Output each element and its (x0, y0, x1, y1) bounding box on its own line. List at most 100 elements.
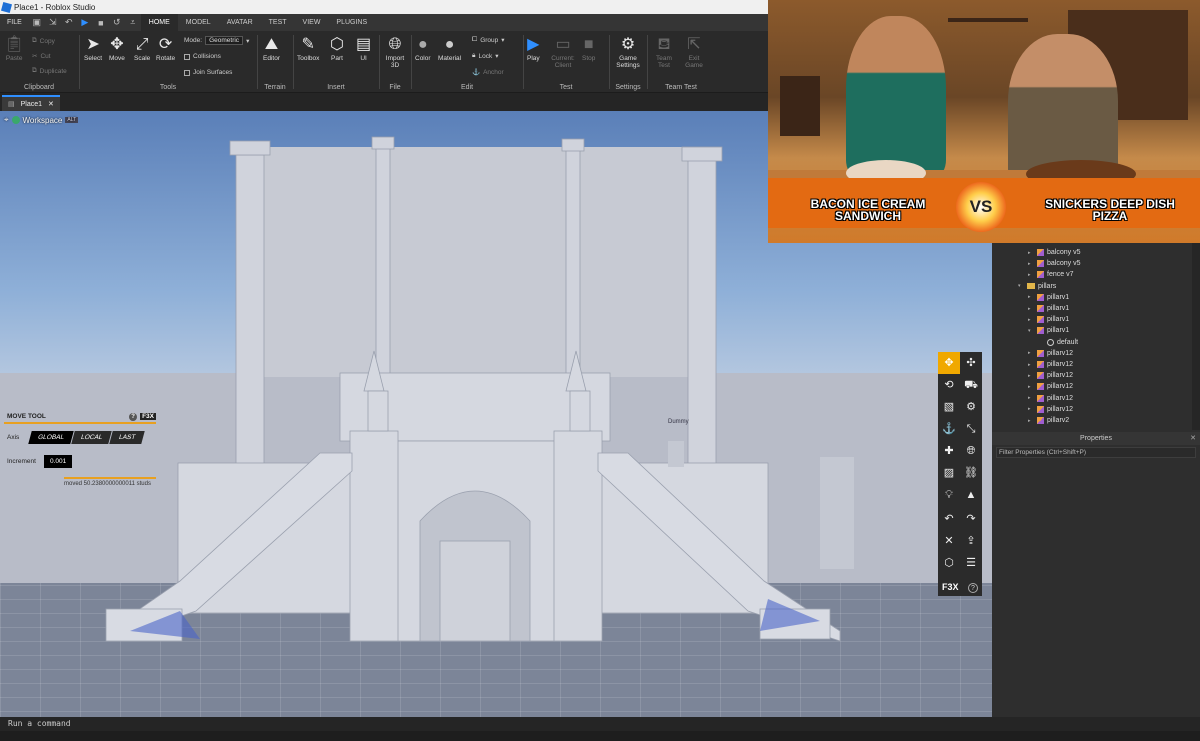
tab-home[interactable]: HOME (140, 14, 178, 31)
axis-local-button[interactable]: LOCAL (71, 431, 113, 444)
play-quick-icon[interactable]: ▶ (77, 17, 93, 28)
properties-filter-input[interactable]: Filter Properties (Ctrl+Shift+P) (996, 447, 1196, 458)
tab-avatar[interactable]: AVATAR (219, 14, 261, 31)
lock-button[interactable]: 🔒︎ Lock ▾ (472, 52, 498, 60)
current-client-button[interactable]: ▭ Current: Client (548, 35, 578, 69)
f3x-export-button[interactable]: ⇪ (960, 530, 982, 552)
f3x-move-tool[interactable]: ✥ (938, 352, 960, 374)
f3x-undo-button[interactable]: ↶ (938, 508, 960, 530)
chevron-down-icon[interactable]: ▾ (1028, 328, 1034, 334)
scale-button[interactable]: ⤢ Scale (134, 35, 150, 62)
tab-test[interactable]: TEST (261, 14, 295, 31)
f3x-weld-tool[interactable]: ⛓ (960, 462, 982, 484)
material-button[interactable]: ● Material (438, 35, 461, 62)
chevron-right-icon[interactable]: ▸ (1028, 250, 1034, 256)
chevron-right-icon[interactable]: ▸ (1028, 406, 1034, 412)
explorer-item[interactable]: ▸ fence v7 (1028, 269, 1073, 280)
publish-icon[interactable]: ⇲ (45, 17, 61, 28)
chevron-right-icon[interactable]: ▸ (1028, 294, 1034, 300)
explorer-item[interactable]: ▸ pillarv1 (1028, 292, 1069, 303)
explorer-item[interactable]: ▸ pillarv12 (1028, 359, 1073, 370)
paste-button[interactable]: 📋︎ Paste (4, 35, 24, 62)
f3x-surface-tool[interactable]: ▧ (938, 396, 960, 418)
command-bar-input[interactable]: Run a command (0, 717, 1200, 731)
terrain-editor-button[interactable]: ⛰ Editor (263, 35, 280, 62)
cut-button[interactable]: ✂ Cut (32, 52, 51, 61)
tab-place1[interactable]: ▤ Place1 ✕ (2, 95, 60, 111)
f3x-layers-button[interactable]: ☰ (960, 552, 982, 574)
f3x-collision-tool[interactable]: ⤡ (960, 418, 982, 440)
mode-dropdown[interactable]: Geometric (205, 36, 244, 45)
help-icon[interactable]: ? (129, 412, 138, 421)
save-icon[interactable]: ▣ (29, 17, 45, 28)
explorer-item[interactable]: ▸ pillarv2 (1028, 415, 1069, 426)
f3x-new-part-tool[interactable]: ✚ (938, 440, 960, 462)
undo-icon[interactable]: ↺ (109, 17, 125, 28)
f3x-material-tool[interactable]: ⚙ (960, 396, 982, 418)
f3x-group-button[interactable]: ⬡ (938, 552, 960, 574)
f3x-mesh-tool[interactable]: 🌐︎ (960, 440, 982, 462)
tab-view[interactable]: VIEW (295, 14, 329, 31)
color-button[interactable]: ● Color (415, 35, 431, 62)
part-button[interactable]: ⬡ Part (330, 35, 344, 62)
toolbox-button[interactable]: ✎ Toolbox (297, 35, 319, 62)
f3x-decorate-tool[interactable]: ▲ (960, 484, 982, 506)
play-button[interactable]: ▶ Play (527, 35, 540, 62)
group-button[interactable]: ⧠ Group ▾ (472, 36, 505, 44)
tab-model[interactable]: MODEL (178, 14, 219, 31)
tab-plugins[interactable]: PLUGINS (328, 14, 375, 31)
join-surfaces-toggle[interactable]: Join Surfaces (184, 69, 232, 76)
exit-game-button[interactable]: ⇱ Exit Game (682, 35, 706, 69)
explorer-item[interactable]: ▸ pillarv1 (1028, 303, 1069, 314)
move-button[interactable]: ✥ Move (109, 35, 125, 62)
axis-global-button[interactable]: GLOBAL (28, 431, 74, 444)
explorer-item[interactable]: ▸ balcony v5 (1028, 247, 1080, 258)
duplicate-button[interactable]: ⧉ Duplicate (32, 67, 67, 75)
close-icon[interactable]: ✕ (48, 100, 54, 108)
chevron-right-icon[interactable]: ▸ (1028, 350, 1034, 356)
chevron-down-icon[interactable]: ▾ (1018, 283, 1024, 289)
collisions-checkbox[interactable] (184, 53, 190, 60)
chevron-right-icon[interactable]: ▸ (1028, 362, 1034, 368)
workspace-breadcrumb[interactable]: ⌖ Workspace ALT (4, 115, 79, 125)
explorer-item[interactable]: ▸ pillarv12 (1028, 404, 1073, 415)
chevron-right-icon[interactable]: ▸ (1028, 317, 1034, 323)
f3x-rotate-tool[interactable]: ⟲ (938, 374, 960, 396)
join-surfaces-checkbox[interactable] (184, 69, 190, 76)
chevron-right-icon[interactable]: ▸ (1028, 395, 1034, 401)
explorer-scrollbar[interactable] (1192, 243, 1200, 430)
f3x-resize-tool[interactable]: ✣ (960, 352, 982, 374)
f3x-delete-button[interactable]: ✕ (938, 530, 960, 552)
import3d-button[interactable]: 🌐︎ Import 3D (383, 35, 407, 69)
select-button[interactable]: ➤ Select (84, 35, 102, 62)
explorer-item[interactable]: default (1038, 337, 1078, 348)
axis-last-button[interactable]: LAST (109, 431, 146, 444)
close-icon[interactable]: ✕ (1190, 432, 1196, 445)
chevron-right-icon[interactable]: ▸ (1028, 306, 1034, 312)
chevron-right-icon[interactable]: ▸ (1028, 418, 1034, 424)
explorer-item[interactable]: ▾ pillarv1 (1028, 325, 1069, 336)
f3x-paint-tool[interactable]: ⛟ (960, 374, 982, 396)
explorer-item[interactable]: ▸ pillarv12 (1028, 370, 1073, 381)
explorer-item[interactable]: ▾ pillars (1018, 281, 1056, 292)
f3x-anchor-tool[interactable]: ⚓ (938, 418, 960, 440)
customize-icon[interactable]: ⩡ (125, 17, 141, 28)
chevron-right-icon[interactable]: ▸ (1028, 272, 1034, 278)
team-test-button[interactable]: ⛾ Team Test (652, 35, 676, 69)
copy-button[interactable]: ⧉ Copy (32, 37, 55, 45)
stop-quick-icon[interactable]: ■ (93, 18, 109, 28)
explorer-item[interactable]: ▸ pillarv1 (1028, 314, 1069, 325)
explorer-item[interactable]: ▸ pillarv12 (1028, 381, 1073, 392)
file-menu[interactable]: FILE (0, 19, 29, 26)
f3x-texture-tool[interactable]: ▨ (938, 462, 960, 484)
explorer-item[interactable]: ▸ balcony v5 (1028, 258, 1080, 269)
chevron-right-icon[interactable]: ▸ (1028, 373, 1034, 379)
game-settings-button[interactable]: ⚙ Game Settings (614, 35, 642, 69)
explorer-item[interactable]: ▸ pillarv12 (1028, 393, 1073, 404)
help-icon[interactable]: ? (968, 583, 978, 593)
chevron-right-icon[interactable]: ▸ (1028, 384, 1034, 390)
rotate-button[interactable]: ⟳ Rotate (156, 35, 175, 62)
f3x-redo-button[interactable]: ↷ (960, 508, 982, 530)
collisions-toggle[interactable]: Collisions (184, 53, 221, 60)
stop-button[interactable]: ■ Stop (582, 35, 595, 62)
